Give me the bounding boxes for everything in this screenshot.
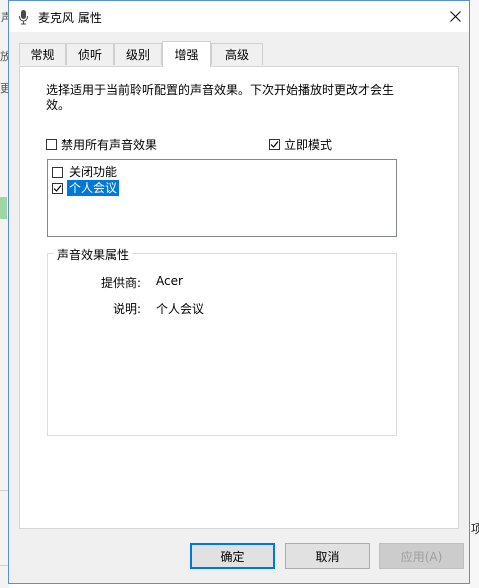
checkbox-checked-icon <box>269 139 280 150</box>
checkbox-unchecked-icon <box>46 139 57 150</box>
disable-all-effects-checkbox[interactable]: 禁用所有声音效果 <box>46 136 157 153</box>
tab-levels[interactable]: 级别 <box>114 43 162 65</box>
properties-dialog: 麦克风 属性 常规 侦听 级别 增强 高级 选择适用于当前聆听配置的声音效果。下… <box>8 0 470 584</box>
button-label: 应用(A) <box>400 549 443 564</box>
ok-button[interactable]: 确定 <box>190 543 275 569</box>
effects-list[interactable]: 关闭功能 个人会议 <box>47 159 397 237</box>
apply-button[interactable]: 应用(A) <box>379 543 464 569</box>
tab-label: 高级 <box>224 48 249 62</box>
description-label: 说明: <box>112 302 141 316</box>
tab-label: 常规 <box>30 48 55 62</box>
tab-enhancements[interactable]: 增强 <box>162 41 211 67</box>
provider-label: 提供商: <box>100 276 141 290</box>
effect-label: 关闭功能 <box>69 165 118 179</box>
button-label: 确定 <box>220 549 245 564</box>
group-title: 声音效果属性 <box>54 246 133 263</box>
tab-label: 级别 <box>125 48 150 62</box>
effect-item-off[interactable]: 关闭功能 <box>52 164 119 180</box>
description-value: 个人会议 <box>156 302 205 316</box>
tab-label: 侦听 <box>77 48 102 62</box>
tab-advanced[interactable]: 高级 <box>211 43 263 65</box>
window-title: 麦克风 属性 <box>38 11 102 25</box>
enhancements-panel: 选择适用于当前聆听配置的声音效果。下次开始播放时更改才会生效。 禁用所有声音效果… <box>19 66 459 529</box>
provider-value: Acer <box>156 274 183 288</box>
title-bar: 麦克风 属性 <box>9 1 469 32</box>
close-button[interactable] <box>441 1 469 32</box>
checkbox-label: 禁用所有声音效果 <box>61 138 158 152</box>
effect-item-personal-meeting[interactable]: 个人会议 <box>52 180 120 196</box>
background-green-marker <box>0 197 7 219</box>
tab-general[interactable]: 常规 <box>19 43 66 65</box>
microphone-icon <box>18 9 30 25</box>
effect-properties-group: 声音效果属性 提供商: Acer 说明: 个人会议 <box>47 246 397 436</box>
effect-label: 个人会议 <box>67 180 120 196</box>
background-right-strip <box>470 0 479 588</box>
enhancements-description: 选择适用于当前聆听配置的声音效果。下次开始播放时更改才会生效。 <box>46 83 395 112</box>
immediate-mode-checkbox[interactable]: 立即模式 <box>269 136 332 153</box>
tab-strip: 常规 侦听 级别 增强 高级 <box>19 41 459 67</box>
background-text: 项 <box>471 522 479 536</box>
tab-label: 增强 <box>174 48 199 62</box>
close-icon <box>449 11 461 22</box>
checkbox-label: 立即模式 <box>284 138 333 152</box>
button-label: 取消 <box>315 549 340 564</box>
checkbox-checked-icon[interactable] <box>52 182 63 194</box>
checkbox-unchecked-icon[interactable] <box>52 166 63 178</box>
cancel-button[interactable]: 取消 <box>285 543 370 569</box>
tab-listen[interactable]: 侦听 <box>66 43 114 65</box>
